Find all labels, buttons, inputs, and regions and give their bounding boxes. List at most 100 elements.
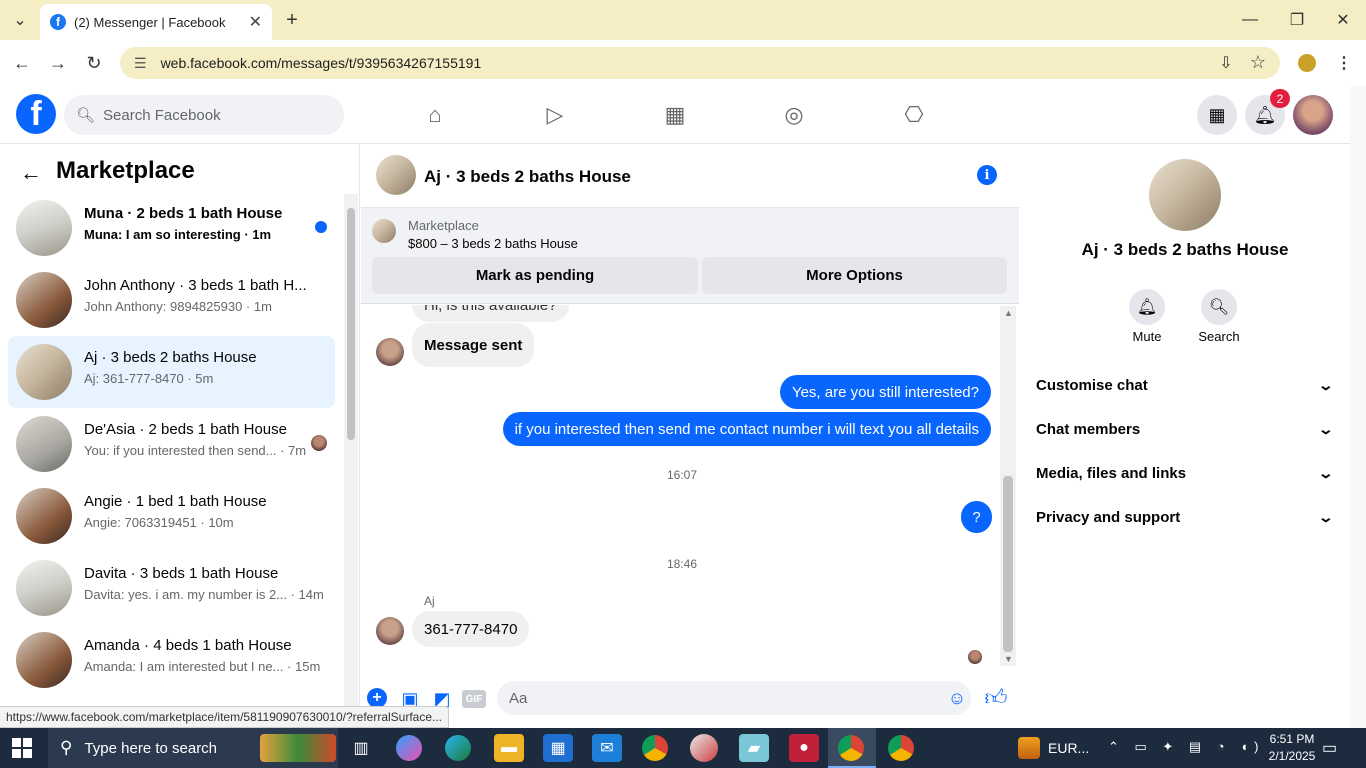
- conversation-title: Muna · 2 beds 1 bath House: [84, 205, 283, 222]
- conversation-title: Davita · 3 beds 1 bath House: [84, 565, 279, 582]
- chat-avatar[interactable]: [376, 155, 416, 195]
- facebook-favicon-icon: f: [50, 14, 66, 30]
- file-explorer-icon[interactable]: ▬: [494, 734, 524, 762]
- conversation-item[interactable]: Muna · 2 beds 1 bath House Muna: I am so…: [8, 192, 335, 264]
- more-options-button[interactable]: More Options: [702, 257, 1007, 294]
- conversation-item[interactable]: De'Asia · 2 beds 1 bath House You: if yo…: [8, 408, 335, 480]
- install-app-icon[interactable]: ⇩: [1216, 53, 1236, 73]
- store-icon[interactable]: ▦: [543, 734, 573, 762]
- outgoing-message: Yes, are you still interested?: [779, 375, 991, 409]
- section-label: Privacy and support: [1036, 508, 1181, 526]
- close-tab-icon[interactable]: ✕: [249, 12, 262, 32]
- conversation-title: De'Asia · 2 beds 1 bath House: [84, 421, 287, 438]
- site-info-icon[interactable]: ☰: [134, 55, 147, 72]
- back-arrow-icon[interactable]: ←: [20, 160, 42, 186]
- search-icon: ⚲: [60, 738, 73, 757]
- page-scrollbar[interactable]: [1350, 86, 1366, 728]
- profile-avatar[interactable]: [1293, 95, 1333, 135]
- new-tab-icon[interactable]: +: [282, 9, 302, 31]
- emoji-icon[interactable]: ☺: [946, 687, 968, 709]
- listing-thumbnail[interactable]: [372, 219, 396, 243]
- browser-profile-icon[interactable]: [1298, 54, 1316, 72]
- system-tray-icons[interactable]: ⌃ ▭ ✦ ▤ ◔ ◖): [1108, 739, 1264, 755]
- mark-as-pending-button[interactable]: Mark as pending: [372, 257, 698, 294]
- chrome-profile-icon[interactable]: [888, 735, 914, 761]
- taskbar-clock[interactable]: 6:51 PM 2/1/2025: [1262, 731, 1322, 765]
- section-label: Customise chat: [1036, 376, 1148, 394]
- chat-members-section[interactable]: Chat members ⌄: [1028, 409, 1340, 449]
- reload-icon[interactable]: ↻: [84, 53, 104, 73]
- chrome-icon[interactable]: [642, 735, 668, 761]
- groups-nav-icon[interactable]: ◎: [779, 100, 809, 130]
- listing-thumbnail: [16, 272, 72, 328]
- listing-thumbnail: [16, 488, 72, 544]
- mute-bell-icon[interactable]: 🔔︎: [1129, 289, 1165, 325]
- copilot-icon[interactable]: [396, 735, 422, 761]
- conversation-info-icon[interactable]: i: [977, 165, 997, 185]
- marketplace-nav-icon[interactable]: ▦: [660, 100, 690, 130]
- edge-icon[interactable]: [445, 735, 471, 761]
- listing-thumbnail: [16, 344, 72, 400]
- message-input[interactable]: [497, 681, 971, 715]
- incoming-message: 361-777-8470: [412, 611, 530, 647]
- facebook-logo-icon[interactable]: f: [16, 94, 56, 134]
- recorder-icon[interactable]: ●: [789, 734, 819, 762]
- currency-widget-icon[interactable]: [1018, 737, 1040, 759]
- mail-icon[interactable]: ✉: [592, 734, 622, 762]
- chat-title[interactable]: Aj · 3 beds 2 baths House: [424, 167, 631, 187]
- facebook-search-input[interactable]: 🔍︎ Search Facebook: [64, 95, 344, 135]
- notification-center-icon[interactable]: ▭: [1322, 738, 1337, 758]
- conversation-item[interactable]: Angie · 1 bed 1 bath House Angie: 706331…: [8, 480, 335, 552]
- browser-tab[interactable]: f (2) Messenger | Facebook ✕: [40, 4, 272, 40]
- taskbar-search-placeholder: Type here to search: [84, 739, 218, 757]
- conversation-item-selected[interactable]: Aj · 3 beds 2 baths House Aj: 361-777-84…: [8, 336, 335, 408]
- sender-avatar[interactable]: [376, 617, 404, 645]
- privacy-support-section[interactable]: Privacy and support ⌄: [1028, 497, 1340, 537]
- section-label: Chat members: [1036, 420, 1141, 438]
- url-bar[interactable]: ☰ web.facebook.com/messages/t/9395634267…: [120, 47, 1280, 79]
- outgoing-message: ?: [961, 501, 992, 533]
- back-icon[interactable]: ←: [12, 53, 32, 73]
- search-placeholder: Search Facebook: [103, 106, 221, 124]
- home-nav-icon[interactable]: ⌂: [420, 100, 450, 130]
- conversation-preview: John Anthony: 9894825930 · 1m: [84, 299, 272, 314]
- notification-badge: 2: [1270, 89, 1290, 108]
- listing-price-title[interactable]: $800 – 3 beds 2 baths House: [408, 236, 578, 251]
- chrome-active-icon[interactable]: [838, 735, 864, 761]
- media-files-links-section[interactable]: Media, files and links ⌄: [1028, 453, 1340, 493]
- maximize-icon[interactable]: ❐: [1287, 10, 1307, 30]
- forward-icon[interactable]: →: [48, 53, 68, 73]
- minimize-icon[interactable]: —: [1240, 10, 1260, 30]
- gaming-nav-icon[interactable]: ⎔: [899, 100, 929, 130]
- chat-scroll-thumb[interactable]: [1003, 476, 1013, 652]
- thumbs-up-icon[interactable]: 👍︎: [985, 685, 1008, 710]
- customise-chat-section[interactable]: Customise chat ⌄: [1028, 365, 1340, 405]
- bookmark-star-icon[interactable]: ☆: [1248, 52, 1268, 72]
- conversation-title: John Anthony · 3 beds 1 bath H...: [84, 277, 307, 294]
- scroll-down-arrow-icon[interactable]: ▼: [1004, 654, 1013, 664]
- close-window-icon[interactable]: ✕: [1333, 10, 1353, 30]
- menu-grid-icon[interactable]: ▦: [1197, 95, 1237, 135]
- gif-icon[interactable]: GIF: [462, 690, 486, 708]
- conversation-avatar-large[interactable]: [1149, 159, 1221, 231]
- conversation-item[interactable]: Davita · 3 beds 1 bath House Davita: yes…: [8, 552, 335, 624]
- listing-thumbnail: [16, 632, 72, 688]
- chevron-down-icon: ⌄: [1317, 464, 1335, 481]
- windows-start-icon[interactable]: [12, 738, 32, 758]
- listing-thumbnail: [16, 416, 72, 472]
- video-nav-icon[interactable]: ▷: [540, 100, 570, 130]
- browser-menu-icon[interactable]: ⋮: [1334, 53, 1354, 73]
- scroll-up-arrow-icon[interactable]: ▲: [1004, 308, 1013, 318]
- conversation-item[interactable]: John Anthony · 3 beds 1 bath H... John A…: [8, 264, 335, 336]
- currency-widget-text[interactable]: EUR...: [1048, 740, 1089, 756]
- search-conversation-icon[interactable]: 🔍︎: [1201, 289, 1237, 325]
- conversation-list-scroll-thumb[interactable]: [347, 208, 355, 440]
- sender-avatar[interactable]: [376, 338, 404, 366]
- task-view-icon[interactable]: ▥: [346, 734, 376, 762]
- search-highlight-icon[interactable]: [260, 734, 336, 762]
- conversation-item[interactable]: Amanda · 4 beds 1 bath House Amanda: I a…: [8, 624, 335, 696]
- notepad-icon[interactable]: ▰: [739, 734, 769, 762]
- paint-app-icon[interactable]: [690, 734, 718, 762]
- tab-search-icon[interactable]: ⌄: [10, 10, 30, 30]
- plus-icon[interactable]: +: [367, 688, 387, 708]
